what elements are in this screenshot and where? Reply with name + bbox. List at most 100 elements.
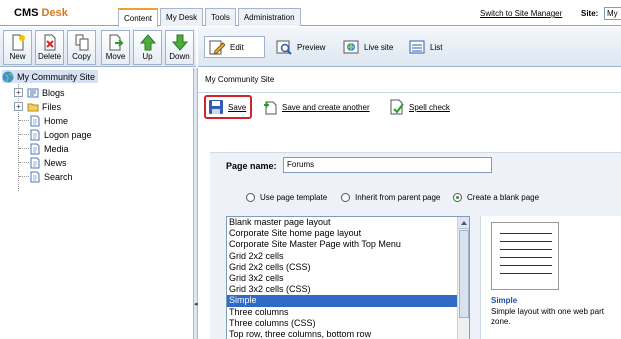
tree-item-media[interactable]: Media <box>29 142 69 155</box>
tree-item-label: Home <box>44 115 69 126</box>
tree-item-news[interactable]: News <box>29 156 67 169</box>
breadcrumb: My Community Site <box>205 75 275 84</box>
radio-label: Use page template <box>260 193 328 202</box>
edit-icon <box>209 40 225 55</box>
preview-mode-button[interactable]: Preview <box>272 36 329 58</box>
view-mode-toolbar: Edit Preview Live site List <box>198 27 621 67</box>
list-mode-button[interactable]: List <box>405 36 446 58</box>
logo-cms: CMS <box>14 7 39 19</box>
layout-option[interactable]: Grid 2x2 cells <box>227 251 469 262</box>
tab-content[interactable]: Content <box>118 8 159 27</box>
page-icon <box>30 157 40 168</box>
tree-item-files[interactable]: Files <box>27 100 61 113</box>
live-site-icon <box>343 40 359 54</box>
tree-item-logon-page[interactable]: Logon page <box>29 128 92 141</box>
edit-mode-button[interactable]: Edit <box>204 36 265 58</box>
live-site-mode-label: Live site <box>364 42 394 52</box>
tree-item-label: Search <box>44 171 73 182</box>
spell-check-label: Spell check <box>409 102 450 112</box>
tree-root-label: My Community Site <box>17 71 96 82</box>
create-blank-page-radio[interactable] <box>453 193 462 202</box>
layout-option[interactable]: Grid 3x2 cells (CSS) <box>227 284 469 295</box>
tree-item-home[interactable]: Home <box>29 114 68 127</box>
scroll-up-arrow-icon[interactable] <box>458 217 469 229</box>
page-name-input[interactable]: Forums <box>283 157 492 173</box>
layout-option[interactable]: Grid 3x2 cells <box>227 273 469 284</box>
layout-option[interactable]: Three columns <box>227 307 469 318</box>
up-arrow-icon <box>139 34 156 51</box>
inherit-from-parent-option[interactable]: Inherit from parent page <box>341 193 440 202</box>
thumbnail-line <box>500 265 552 266</box>
tree-connector-line <box>19 162 29 163</box>
new-page-icon <box>12 34 25 51</box>
layout-list-scrollbar[interactable] <box>457 217 469 339</box>
page-icon <box>30 115 40 126</box>
page-icon <box>30 171 40 182</box>
down-button[interactable]: Down <box>165 30 194 65</box>
layout-preview: Simple Simple layout with one web part z… <box>480 216 621 339</box>
edit-mode-label: Edit <box>230 42 244 52</box>
content-tree: My Community Site + Blogs + Files Home L… <box>0 68 193 339</box>
layout-option-selected[interactable]: Simple <box>227 295 469 307</box>
thumbnail-line <box>500 233 552 234</box>
layout-option[interactable]: Corporate Site Master Page with Top Menu <box>227 239 469 250</box>
globe-icon <box>2 71 14 83</box>
copy-button[interactable]: Copy <box>67 30 96 65</box>
tree-connector-line <box>19 148 29 149</box>
move-button[interactable]: Move <box>101 30 130 65</box>
thumbnail-line <box>500 241 552 242</box>
list-mode-label: List <box>430 42 443 52</box>
tree-item-label: News <box>44 157 67 168</box>
tab-tools[interactable]: Tools <box>205 8 236 26</box>
switch-to-site-manager-link[interactable]: Switch to Site Manager <box>480 9 562 18</box>
tree-connector-line <box>19 176 29 177</box>
thumbnail-line <box>500 257 552 258</box>
layout-option[interactable]: Three columns (CSS) <box>227 318 469 329</box>
move-button-label: Move <box>105 52 126 61</box>
save-button[interactable]: Save <box>208 97 246 117</box>
layout-option[interactable]: Top row, three columns, bottom row <box>227 329 469 339</box>
create-blank-page-option[interactable]: Create a blank page <box>453 193 539 202</box>
layout-option[interactable]: Corporate Site home page layout <box>227 228 469 239</box>
page-icon <box>30 129 40 140</box>
layout-option[interactable]: Blank master page layout <box>227 217 469 228</box>
copy-button-label: Copy <box>72 52 91 61</box>
inherit-from-parent-radio[interactable] <box>341 193 350 202</box>
expand-files-toggle[interactable]: + <box>14 102 23 111</box>
logo-desk: Desk <box>41 7 68 19</box>
tree-item-search[interactable]: Search <box>29 170 73 183</box>
save-and-create-label: Save and create another <box>282 102 370 112</box>
delete-icon <box>44 34 55 51</box>
tab-administration[interactable]: Administration <box>237 8 301 26</box>
new-button-label: New <box>9 52 26 61</box>
tree-toolbar: New Delete Copy Move Up Down <box>0 27 196 67</box>
thumbnail-line <box>500 249 552 250</box>
tab-my-desk[interactable]: My Desk <box>160 8 204 26</box>
spell-check-icon <box>390 99 404 115</box>
live-site-mode-button[interactable]: Live site <box>339 36 397 58</box>
tree-connector-line <box>19 120 29 121</box>
app-logo: CMS Desk <box>14 7 68 19</box>
scroll-thumb[interactable] <box>459 230 469 318</box>
delete-button[interactable]: Delete <box>35 30 64 65</box>
use-page-template-option[interactable]: Use page template <box>246 193 327 202</box>
up-button-label: Up <box>142 52 153 61</box>
layout-thumbnail <box>491 222 559 290</box>
save-icon <box>209 100 223 114</box>
new-button[interactable]: New <box>3 30 32 65</box>
save-and-create-another-button[interactable]: Save and create another <box>262 97 370 117</box>
up-button[interactable]: Up <box>133 30 162 65</box>
spell-check-button[interactable]: Spell check <box>389 97 450 117</box>
collapse-arrow-icon[interactable]: ◂ <box>194 300 198 308</box>
header-bar: CMS Desk Content My Desk Tools Administr… <box>0 0 621 27</box>
use-page-template-radio[interactable] <box>246 193 255 202</box>
tree-item-label: Files <box>42 101 62 112</box>
site-select[interactable]: My <box>604 7 621 20</box>
expand-blogs-toggle[interactable]: + <box>14 88 23 97</box>
page-icon <box>30 143 40 154</box>
preview-title: Simple <box>491 296 518 305</box>
tree-root-node[interactable]: My Community Site <box>2 70 99 83</box>
page-layout-list[interactable]: Blank master page layout Corporate Site … <box>226 216 470 339</box>
tree-item-blogs[interactable]: Blogs <box>27 86 65 99</box>
layout-option[interactable]: Grid 2x2 cells (CSS) <box>227 262 469 273</box>
